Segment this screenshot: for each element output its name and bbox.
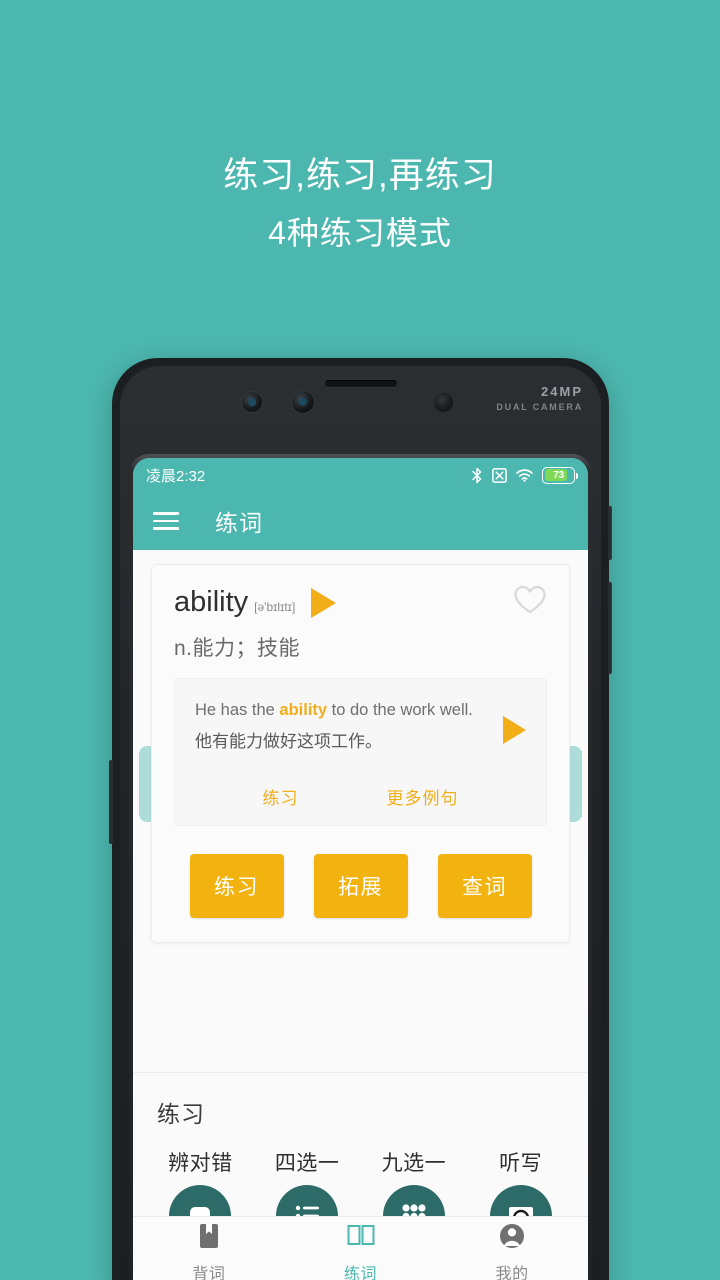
proximity-sensor (434, 393, 453, 412)
nav-item-practice[interactable]: 练词 (285, 1222, 437, 1280)
word-phonetic: [ə'bɪlɪtɪ] (254, 599, 296, 614)
promo-headline: 练习,练习,再练习 4种练习模式 (0, 148, 720, 262)
person-icon (498, 1222, 526, 1255)
front-camera-lens-primary (242, 392, 262, 412)
example-sentences: He has the ability to do the work well. … (195, 697, 503, 757)
word-text: ability (174, 586, 249, 618)
volume-button[interactable] (608, 582, 612, 674)
example-chinese: 他有能力做好这项工作。 (195, 732, 382, 751)
example-en-highlight: ability (279, 701, 328, 719)
screen-bezel-lip: 凌晨2:32 73 练词 ability [ə'bɪlɪtɪ] n.能力；技能 … (129, 454, 592, 1280)
practice-mode-label: 四选一 (274, 1152, 340, 1175)
practice-mode-label: 辨对错 (168, 1152, 233, 1175)
side-slot-tray[interactable] (109, 760, 113, 844)
status-time: 凌晨2:32 (146, 467, 206, 485)
practice-mode-label: 九选一 (381, 1152, 447, 1175)
example-practice-link[interactable]: 练习 (263, 784, 299, 809)
bookmark-book-icon (196, 1222, 222, 1255)
phone-screen: 凌晨2:32 73 练词 ability [ə'bɪlɪtɪ] n.能力；技能 … (133, 458, 588, 1280)
hamburger-line (153, 519, 179, 523)
word-card: ability [ə'bɪlɪtɪ] n.能力；技能 He has the ab… (151, 564, 570, 943)
example-play-icon[interactable] (503, 716, 526, 744)
hamburger-menu-icon[interactable] (153, 512, 179, 530)
bluetooth-icon (471, 467, 483, 484)
bottom-navigation-bar: 背词 练词 我的 (133, 1216, 588, 1280)
play-icon[interactable] (311, 587, 337, 618)
word-action-row: 练习 拓展 查词 (174, 854, 547, 918)
expand-button[interactable]: 拓展 (313, 854, 408, 918)
nav-label: 练词 (344, 1265, 378, 1280)
no-signal-icon (492, 467, 507, 483)
promo-line-1: 练习,练习,再练习 (223, 156, 497, 195)
battery-icon: 73 (542, 466, 578, 484)
example-sentence-box: He has the ability to do the work well. … (174, 678, 547, 826)
example-more-link[interactable]: 更多例句 (387, 784, 459, 809)
camera-branding: 24MP DUAL CAMERA (496, 384, 583, 412)
daily-word-section: 今日词汇 ability [ə'bɪlɪtɪ] (133, 550, 588, 1073)
page-title: 练词 (215, 510, 263, 536)
heart-outline-icon[interactable] (513, 585, 547, 620)
word-header-row: ability [ə'bɪlɪtɪ] (174, 585, 547, 620)
earpiece-speaker (324, 380, 397, 387)
app-bar: 练词 (133, 492, 588, 550)
front-camera-lens-secondary (292, 391, 314, 413)
phone-device-mockup: 24MP DUAL CAMERA 凌晨2:32 73 练词 ability [ə… (109, 358, 612, 1280)
example-en-after: to do the work well. (327, 701, 473, 719)
power-button[interactable] (608, 506, 612, 560)
word-definition: n.能力；技能 (174, 637, 301, 660)
hamburger-line (153, 512, 179, 515)
camera-type-label: DUAL CAMERA (496, 402, 583, 412)
wifi-icon (516, 468, 533, 482)
example-top-row: He has the ability to do the work well. … (195, 697, 526, 757)
practice-button[interactable]: 练习 (189, 854, 284, 918)
camera-megapixel-label: 24MP (541, 384, 583, 399)
battery-level-label: 73 (553, 469, 564, 481)
practice-mode-label: 听写 (499, 1152, 543, 1175)
nav-label: 背词 (192, 1265, 226, 1280)
content-scroll-area[interactable]: 今日词汇 ability [ə'bɪlɪtɪ] (133, 550, 588, 1280)
status-icon-group: 73 (471, 466, 578, 484)
promo-line-2: 4种练习模式 (268, 215, 452, 251)
nav-label: 我的 (495, 1265, 529, 1280)
open-book-icon (346, 1222, 376, 1255)
lookup-button[interactable]: 查词 (437, 854, 532, 918)
practice-section-title: 练习 (157, 1101, 205, 1127)
nav-item-profile[interactable]: 我的 (436, 1222, 588, 1280)
hamburger-line (153, 527, 179, 530)
example-en-before: He has the (195, 701, 280, 719)
example-english: He has the ability to do the work well. (195, 697, 503, 723)
example-links: 练习 更多例句 (195, 768, 526, 813)
nav-item-memorize[interactable]: 背词 (133, 1222, 285, 1280)
status-bar: 凌晨2:32 73 (133, 458, 588, 492)
